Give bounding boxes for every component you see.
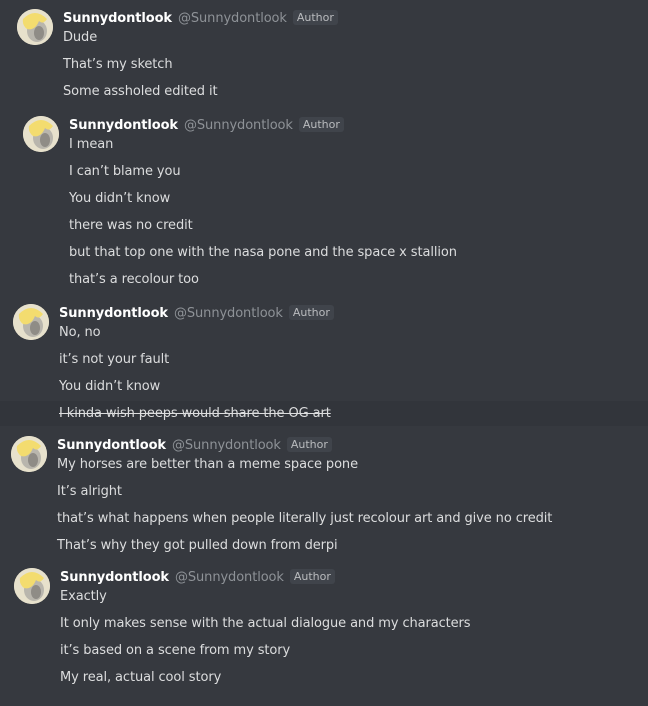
message-line: Some assholed edited it [63,84,218,99]
author-badge: Author [289,569,335,584]
message-line: I can’t blame you [69,164,181,179]
author-badge: Author [298,117,344,132]
username[interactable]: Sunnydontlook [59,306,168,321]
message-line: You didn’t know [59,379,161,394]
avatar[interactable] [17,9,53,45]
user-handle[interactable]: @Sunnydontlook [175,570,284,585]
username[interactable]: Sunnydontlook [57,438,166,453]
message-line: Dude [63,30,98,45]
user-handle[interactable]: @Sunnydontlook [172,438,281,453]
message-line: My real, actual cool story [60,670,222,685]
message-line: it’s based on a scene from my story [60,643,291,658]
author-badge: Author [292,10,338,25]
message-line: You didn’t know [69,191,171,206]
message-line: No, no [59,325,101,340]
message-line: That’s why they got pulled down from der… [57,538,338,553]
message-line: It’s alright [57,484,122,499]
avatar[interactable] [14,568,50,604]
user-handle[interactable]: @Sunnydontlook [184,118,293,133]
message-line: Exactly [60,589,107,604]
message-line: that’s what happens when people literall… [57,511,553,526]
username[interactable]: Sunnydontlook [60,570,169,585]
author-badge: Author [288,305,334,320]
user-handle[interactable]: @Sunnydontlook [174,306,283,321]
avatar[interactable] [11,436,47,472]
message-line: I mean [69,137,114,152]
user-handle[interactable]: @Sunnydontlook [178,11,287,26]
avatar[interactable] [23,116,59,152]
message-line: It only makes sense with the actual dial… [60,616,471,631]
author-badge: Author [286,437,332,452]
avatar[interactable] [13,304,49,340]
username[interactable]: Sunnydontlook [69,118,178,133]
message-line: but that top one with the nasa pone and … [69,245,457,260]
message-line-strikethrough: I kinda wish peeps would share the OG ar… [59,406,331,421]
message-line: it’s not your fault [59,352,170,367]
message-line: that’s a recolour too [69,272,199,287]
message-line: That’s my sketch [63,57,173,72]
username[interactable]: Sunnydontlook [63,11,172,26]
message-line: My horses are better than a meme space p… [57,457,358,472]
message-line: there was no credit [69,218,193,233]
